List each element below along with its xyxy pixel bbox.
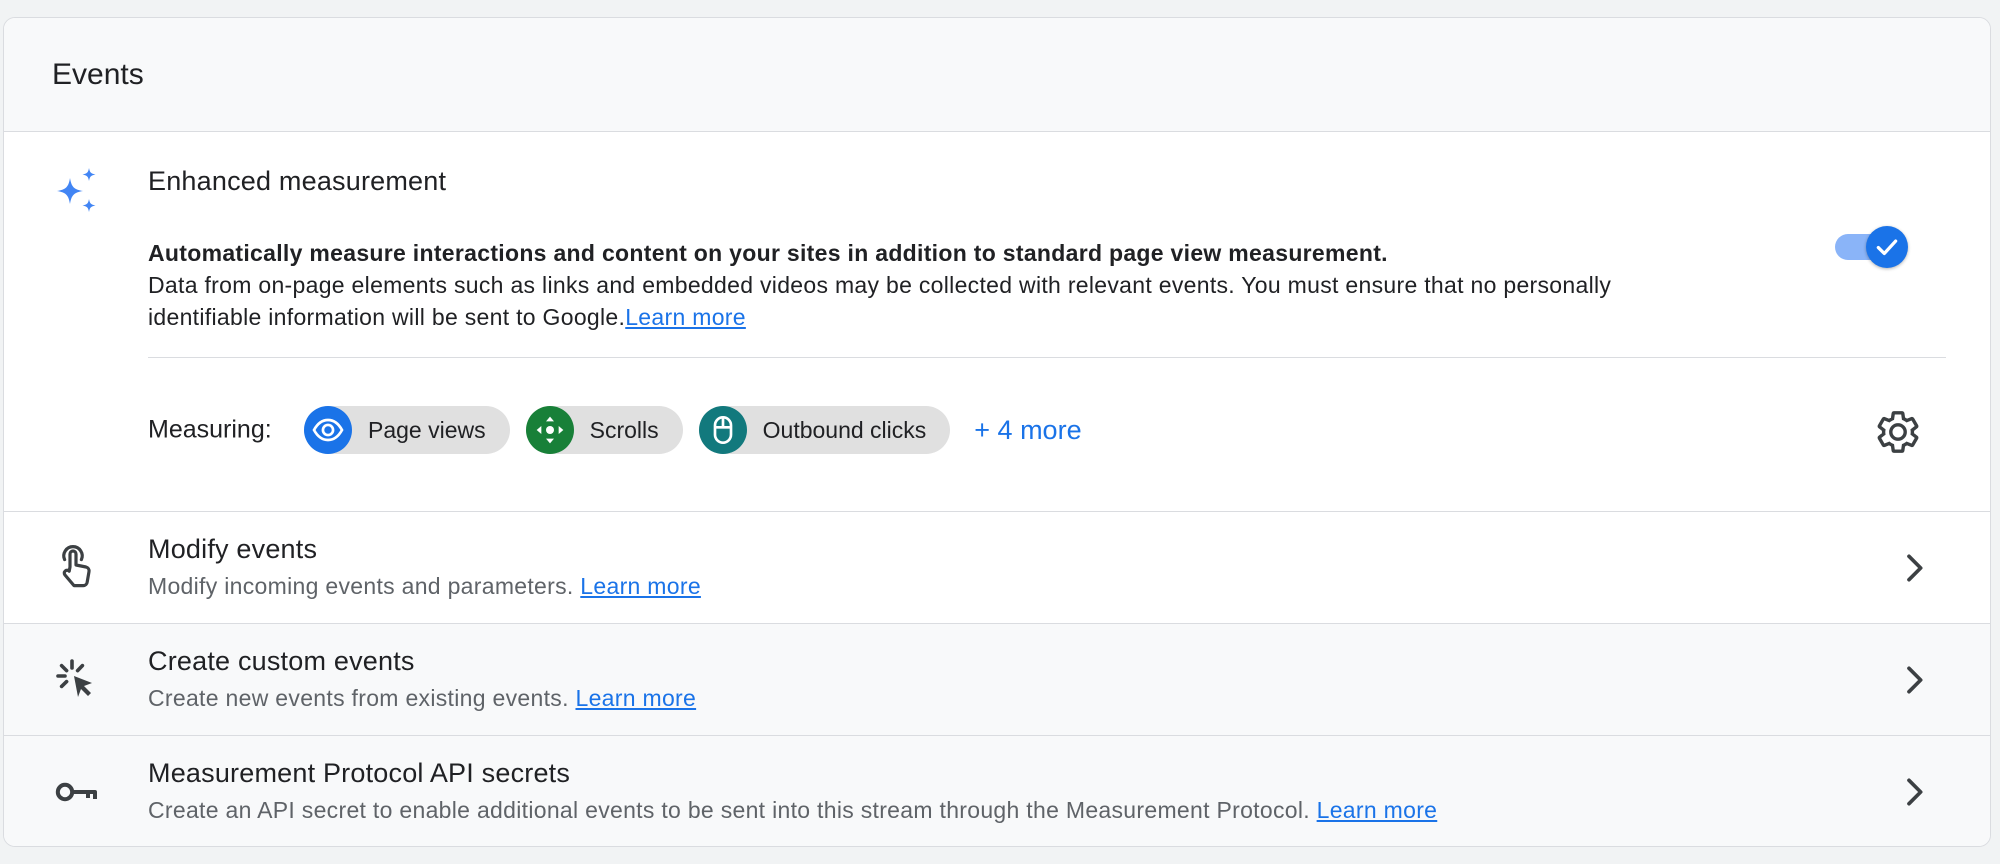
scroll-arrows-icon <box>525 406 574 454</box>
page-title: Events <box>52 57 144 91</box>
chip-page-views[interactable]: Page views <box>304 406 510 454</box>
row-subtitle: Create new events from existing events. … <box>148 685 696 712</box>
learn-more-link[interactable]: Learn more <box>1317 797 1438 823</box>
eye-icon <box>304 406 352 454</box>
description-text: Data from on-page elements such as links… <box>148 272 1612 330</box>
mouse-icon <box>698 406 747 454</box>
description-bold: Automatically measure interactions and c… <box>148 240 1388 266</box>
chevron-right-icon <box>1894 548 1934 588</box>
modify-events-row[interactable]: Modify events Modify incoming events and… <box>4 512 1990 624</box>
learn-more-link[interactable]: Learn more <box>625 304 746 330</box>
row-title: Measurement Protocol API secrets <box>148 758 571 788</box>
measuring-label: Measuring: <box>148 415 272 444</box>
divider <box>148 357 1946 358</box>
sparkle-icon <box>52 166 102 216</box>
check-icon <box>1876 239 1898 256</box>
chevron-right-icon <box>1894 660 1934 700</box>
learn-more-link[interactable]: Learn more <box>575 685 696 711</box>
enhanced-measurement-title: Enhanced measurement <box>148 166 447 196</box>
toggle-knob <box>1866 226 1908 268</box>
more-link[interactable]: + 4 more <box>974 415 1081 446</box>
cursor-click-icon <box>52 656 100 704</box>
row-subtitle: Modify incoming events and parameters. L… <box>148 573 701 600</box>
chip-label: Outbound clicks <box>762 416 927 443</box>
chevron-right-icon <box>1894 772 1934 812</box>
touch-hand-icon <box>52 544 100 592</box>
row-subtitle-text: Create an API secret to enable additiona… <box>148 797 1317 823</box>
enhanced-measurement-toggle[interactable] <box>1832 224 1908 268</box>
create-custom-events-row[interactable]: Create custom events Create new events f… <box>4 624 1990 736</box>
enhanced-measurement-description: Automatically measure interactions and c… <box>148 237 1728 333</box>
key-icon <box>52 768 100 816</box>
gear-icon[interactable] <box>1874 408 1922 456</box>
chip-scrolls[interactable]: Scrolls <box>525 406 683 454</box>
row-subtitle: Create an API secret to enable additiona… <box>148 797 1437 824</box>
chip-outbound-clicks[interactable]: Outbound clicks <box>698 406 951 454</box>
chip-label: Scrolls <box>589 416 659 443</box>
chip-label: Page views <box>368 416 486 443</box>
events-card: Events Enhanced measurement Automaticall… <box>3 17 1991 847</box>
enhanced-measurement-section: Enhanced measurement Automatically measu… <box>4 132 1990 512</box>
measuring-chips: Page views Scrolls Outbound clicks + 4 m… <box>304 406 1082 454</box>
row-title: Modify events <box>148 534 318 564</box>
row-subtitle-text: Create new events from existing events. <box>148 685 576 711</box>
api-secrets-row[interactable]: Measurement Protocol API secrets Create … <box>4 736 1990 846</box>
row-subtitle-text: Modify incoming events and parameters. <box>148 573 581 599</box>
card-header: Events <box>4 18 1990 132</box>
row-title: Create custom events <box>148 646 415 676</box>
learn-more-link[interactable]: Learn more <box>580 573 701 599</box>
